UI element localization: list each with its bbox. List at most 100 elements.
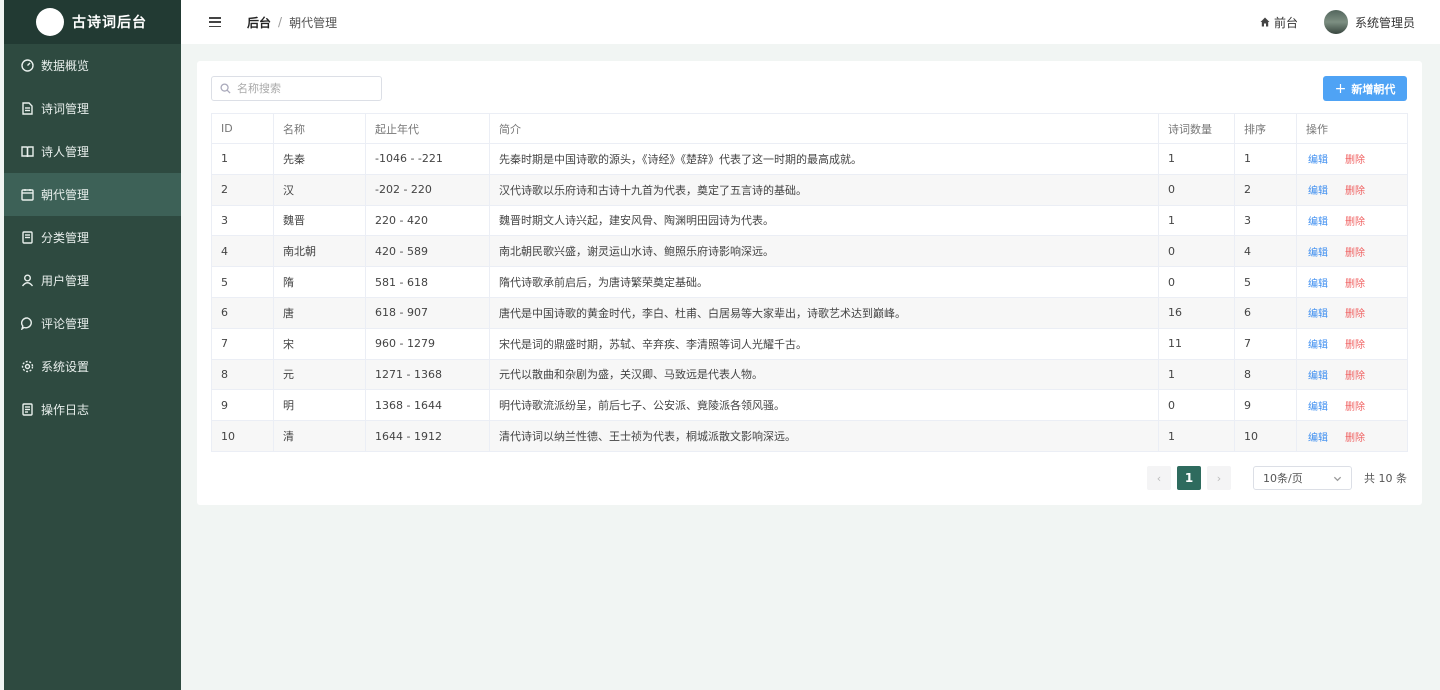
col-header-actions: 操作 <box>1296 113 1408 144</box>
cell-id: 10 <box>211 420 274 452</box>
sidebar-item-5[interactable]: 用户管理 <box>4 259 181 302</box>
logo-icon <box>36 8 64 36</box>
cell-years: 1271 - 1368 <box>365 358 490 391</box>
main-card: + 新增朝代 ID 名称 起止年代 简介 诗词数量 排序 操作 1先秦-1046… <box>197 61 1422 505</box>
cell-order: 6 <box>1234 296 1297 329</box>
logo-text: 古诗词后台 <box>72 15 147 31</box>
col-header-count: 诗词数量 <box>1158 113 1235 144</box>
delete-button[interactable]: 删除 <box>1345 248 1365 259</box>
delete-button[interactable]: 删除 <box>1345 186 1365 197</box>
menu-toggle-icon[interactable] <box>209 17 221 27</box>
delete-button[interactable]: 删除 <box>1345 371 1365 382</box>
add-dynasty-button[interactable]: + 新增朝代 <box>1323 76 1407 101</box>
delete-button[interactable]: 删除 <box>1345 217 1365 228</box>
edit-button[interactable]: 编辑 <box>1308 279 1328 290</box>
sidebar-item-6[interactable]: 评论管理 <box>4 302 181 345</box>
sidebar-item-label: 诗人管理 <box>41 145 90 159</box>
table-row: 5 隋 581 - 618 隋代诗歌承前启后，为唐诗繁荣奠定基础。 0 5 编辑 删除 <box>211 266 1408 298</box>
cell-order: 9 <box>1234 389 1297 422</box>
cell-name: 汉 <box>273 173 366 206</box>
cell-id: 4 <box>211 235 274 268</box>
search-icon <box>220 83 231 94</box>
edit-button[interactable]: 编辑 <box>1308 433 1328 444</box>
sidebar-item-2[interactable]: 诗人管理 <box>4 130 181 173</box>
edit-button[interactable]: 编辑 <box>1308 340 1328 351</box>
cell-order: 5 <box>1234 266 1297 298</box>
col-header-order: 排序 <box>1234 113 1297 144</box>
cell-years: 420 - 589 <box>365 235 490 268</box>
table-row: 1 先秦 -1046 - -221 先秦时期是中国诗歌的源头，《诗经》《楚辞》代表了这… <box>211 143 1408 175</box>
edit-button[interactable]: 编辑 <box>1308 186 1328 197</box>
cell-order: 8 <box>1234 358 1297 391</box>
search-input[interactable] <box>237 82 377 95</box>
cell-id: 1 <box>211 143 274 175</box>
cell-name: 清 <box>273 420 366 452</box>
edit-button[interactable]: 编辑 <box>1308 371 1328 382</box>
delete-button[interactable]: 删除 <box>1345 340 1365 351</box>
cell-actions: 编辑 删除 <box>1296 358 1408 391</box>
plus-icon: + <box>1334 80 1347 97</box>
sidebar-item-1[interactable]: 诗词管理 <box>4 87 181 130</box>
sidebar-item-4[interactable]: 分类管理 <box>4 216 181 259</box>
cell-desc: 明代诗歌流派纷呈，前后七子、公安派、竟陵派各领风骚。 <box>489 389 1159 422</box>
sidebar: 古诗词后台 数据概览诗词管理诗人管理朝代管理 分类管理用户管理评论管理 系统设置 操作… <box>4 0 181 690</box>
delete-button[interactable]: 删除 <box>1345 433 1365 444</box>
cell-count: 0 <box>1158 173 1235 206</box>
delete-button[interactable]: 删除 <box>1345 309 1365 320</box>
cell-years: 1644 - 1912 <box>365 420 490 452</box>
cell-desc: 先秦时期是中国诗歌的源头，《诗经》《楚辞》代表了这一时期的最高成就。 <box>489 143 1159 175</box>
cell-name: 隋 <box>273 266 366 298</box>
top-header: 后台 / 朝代管理 前台 系统管理员 <box>181 0 1440 44</box>
cell-actions: 编辑 删除 <box>1296 204 1408 237</box>
cell-years: 960 - 1279 <box>365 327 490 360</box>
cell-count: 1 <box>1158 143 1235 175</box>
cell-name: 魏晋 <box>273 204 366 237</box>
edit-button[interactable]: 编辑 <box>1308 248 1328 259</box>
pagination: ‹ 1 › 10条/页 共 10 条 <box>1147 466 1407 490</box>
cell-order: 2 <box>1234 173 1297 206</box>
prev-page-button[interactable]: ‹ <box>1147 466 1171 490</box>
delete-button[interactable]: 删除 <box>1345 402 1365 413</box>
cell-name: 宋 <box>273 327 366 360</box>
cell-desc: 南北朝民歌兴盛，谢灵运山水诗、鲍照乐府诗影响深远。 <box>489 235 1159 268</box>
dynasty-table: ID 名称 起止年代 简介 诗词数量 排序 操作 1 先秦 -1046 - -221… <box>211 113 1408 452</box>
logo[interactable]: 古诗词后台 <box>4 0 181 44</box>
page-size-select[interactable]: 10条/页 <box>1253 466 1352 490</box>
sidebar-item-0[interactable]: 数据概览 <box>4 44 181 87</box>
edit-button[interactable]: 编辑 <box>1308 217 1328 228</box>
sidebar-item-3[interactable]: 朝代管理 <box>4 173 181 216</box>
user-name[interactable]: 系统管理员 <box>1355 14 1415 31</box>
cell-years: -1046 - -221 <box>365 143 490 175</box>
cell-years: 618 - 907 <box>365 296 490 329</box>
edit-button[interactable]: 编辑 <box>1308 155 1328 166</box>
front-link[interactable]: 前台 <box>1260 14 1298 31</box>
home-icon <box>1260 17 1270 27</box>
avatar[interactable] <box>1323 10 1348 34</box>
sidebar-item-label: 用户管理 <box>41 274 90 288</box>
edit-button[interactable]: 编辑 <box>1308 402 1328 413</box>
cell-years: 220 - 420 <box>365 204 490 237</box>
delete-button[interactable]: 删除 <box>1345 279 1365 290</box>
cell-id: 6 <box>211 296 274 329</box>
sidebar-item-8[interactable]: 操作日志 <box>4 388 181 431</box>
sidebar-item-7[interactable]: 系统设置 <box>4 345 181 388</box>
cell-desc: 元代以散曲和杂剧为盛，关汉卿、马致远是代表人物。 <box>489 358 1159 391</box>
cell-name: 唐 <box>273 296 366 329</box>
page-number-1[interactable]: 1 <box>1177 466 1201 490</box>
table-row: 4 南北朝 420 - 589 南北朝民歌兴盛，谢灵运山水诗、鲍照乐府诗影响深远。 0 4… <box>211 235 1408 268</box>
document-icon <box>21 102 34 115</box>
cell-order: 4 <box>1234 235 1297 268</box>
breadcrumb-root[interactable]: 后台 <box>247 14 271 31</box>
edit-button[interactable]: 编辑 <box>1308 309 1328 320</box>
search-box[interactable] <box>211 76 382 101</box>
sidebar-item-label: 数据概览 <box>41 59 90 73</box>
next-page-button[interactable]: › <box>1207 466 1231 490</box>
table-row: 8 元 1271 - 1368 元代以散曲和杂剧为盛，关汉卿、马致远是代表人物。 1 8 编… <box>211 358 1408 391</box>
cell-count: 0 <box>1158 389 1235 422</box>
cell-actions: 编辑 删除 <box>1296 327 1408 360</box>
breadcrumb-current: 朝代管理 <box>289 15 338 30</box>
cell-name: 元 <box>273 358 366 391</box>
delete-button[interactable]: 删除 <box>1345 155 1365 166</box>
cell-actions: 编辑 删除 <box>1296 143 1408 175</box>
chevron-down-icon <box>1333 476 1342 481</box>
